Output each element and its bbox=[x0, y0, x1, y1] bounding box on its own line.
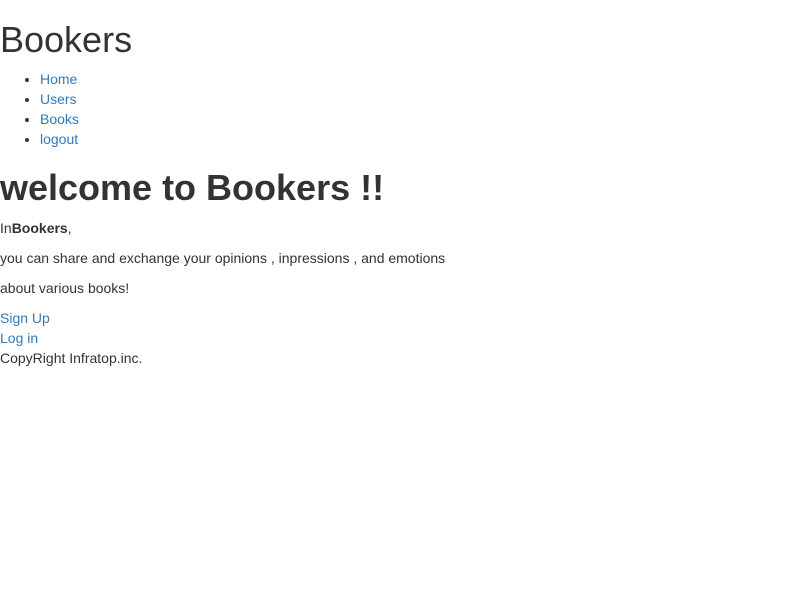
intro-prefix: In bbox=[0, 220, 12, 236]
sign-up-link[interactable]: Sign Up bbox=[0, 308, 50, 328]
site-title: Bookers bbox=[0, 19, 133, 60]
intro-suffix: , bbox=[67, 220, 72, 236]
main-nav: Home Users Books logout bbox=[0, 69, 79, 149]
nav-item-logout: logout bbox=[40, 129, 79, 149]
nav-link-users[interactable]: Users bbox=[40, 91, 77, 107]
nav-link-home[interactable]: Home bbox=[40, 71, 77, 87]
welcome-heading: welcome to Bookers !! bbox=[0, 167, 385, 208]
nav-link-logout[interactable]: logout bbox=[40, 131, 78, 147]
log-in-link[interactable]: Log in bbox=[0, 328, 38, 348]
nav-item-books: Books bbox=[40, 109, 79, 129]
nav-item-home: Home bbox=[40, 69, 79, 89]
intro-line: InBookers, bbox=[0, 218, 72, 238]
intro-brand: Bookers bbox=[11, 220, 68, 236]
footer-copyright: CopyRight Infratop.inc. bbox=[0, 350, 143, 366]
description-line-2: about various books! bbox=[0, 280, 130, 296]
nav-item-users: Users bbox=[40, 89, 79, 109]
description-line: you can share and exchange your opinions… bbox=[0, 250, 446, 266]
nav-link-books[interactable]: Books bbox=[40, 111, 79, 127]
